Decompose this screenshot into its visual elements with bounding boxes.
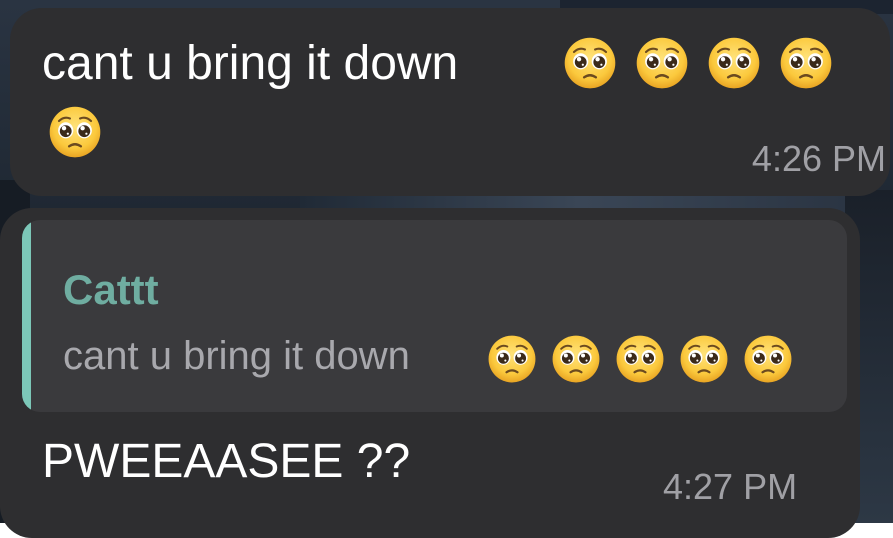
pleading-face-emoji-icon	[563, 36, 617, 90]
message-text: PWEEAASEE ??	[42, 435, 411, 488]
reply-accent-bar	[22, 220, 31, 412]
reply-author: Cattt	[63, 266, 159, 313]
reply-quote[interactable]: Cattt cant u bring it down	[22, 220, 847, 412]
pleading-face-emoji-icon	[679, 334, 729, 384]
pleading-face-emoji-icon	[615, 334, 665, 384]
pleading-face-emoji-icon	[743, 334, 793, 384]
pleading-face-emoji-icon	[487, 334, 537, 384]
message-timestamp: 4:26 PM	[751, 138, 886, 179]
emoji-row	[48, 105, 102, 159]
pleading-face-emoji-icon	[48, 105, 102, 159]
emoji-row	[487, 334, 793, 384]
pleading-face-emoji-icon	[779, 36, 833, 90]
message-bubble[interactable]: Cattt cant u bring it down PWEEAASEE ?? …	[0, 208, 860, 538]
pleading-face-emoji-icon	[707, 36, 761, 90]
reply-quoted-text: cant u bring it down	[63, 334, 410, 378]
emoji-row	[563, 36, 833, 90]
pleading-face-emoji-icon	[635, 36, 689, 90]
message-bubble[interactable]: cant u bring it down 4:26 PM	[10, 8, 890, 196]
message-timestamp: 4:27 PM	[663, 466, 798, 507]
pleading-face-emoji-icon	[551, 334, 601, 384]
message-text: cant u bring it down	[42, 37, 459, 90]
